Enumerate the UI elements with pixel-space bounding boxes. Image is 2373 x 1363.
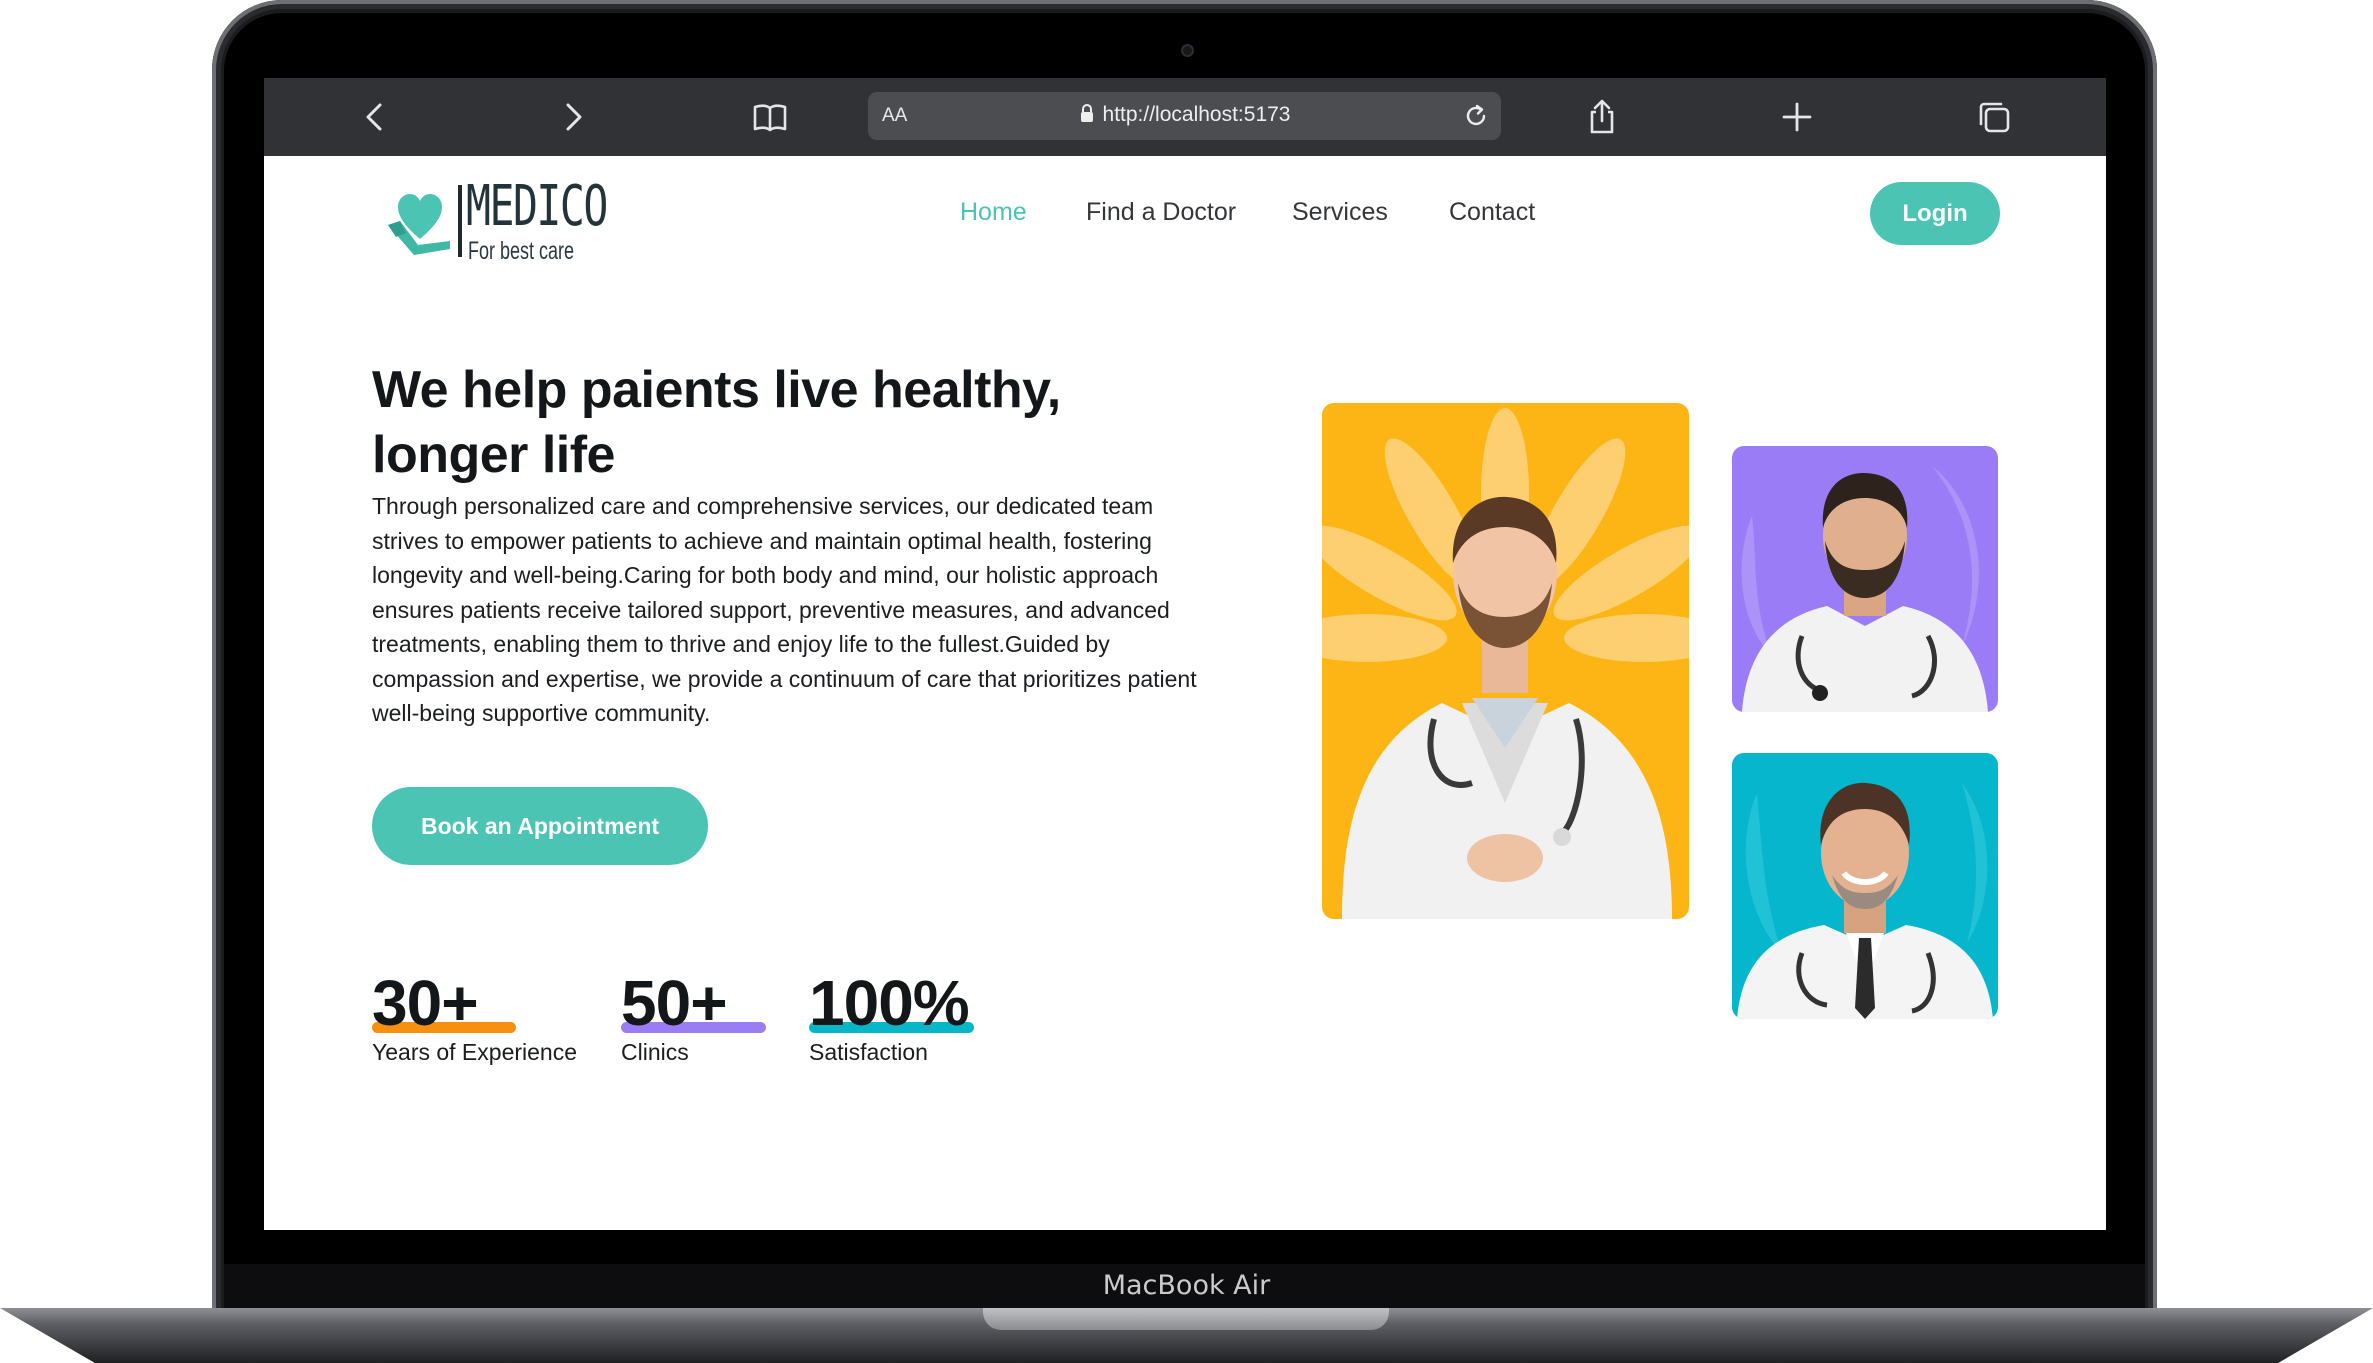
logo-wordmark: MEDICO [466,174,608,239]
stat-experience: 30+ Years of Experience [372,968,577,1066]
hero-title-line-1: We help paients live healthy, [372,361,1061,419]
browser-toolbar: AA http://localhost:5173 [264,78,2106,156]
book-appointment-button[interactable]: Book an Appointment [372,787,708,865]
hero-title: We help paients live healthy, longer lif… [372,358,1132,488]
stat-satisfaction: 100% Satisfaction [809,967,974,1066]
stat-label: Years of Experience [372,1039,578,1065]
share-icon[interactable] [1582,97,1622,137]
hero-title-line-2: longer life [372,426,615,484]
logo-divider [458,185,462,257]
forward-icon[interactable] [552,97,592,137]
camera-icon [1181,44,1194,57]
lock-icon [1080,104,1093,122]
browser-screen: AA http://localhost:5173 MEDICO For best… [264,78,2106,1230]
stat-clinics: 50+ Clinics [621,967,766,1066]
stat-value: 30+ [372,967,479,1039]
back-icon[interactable] [356,97,396,137]
login-button[interactable]: Login [1870,182,2000,245]
nav-find-a-doctor[interactable]: Find a Doctor [1086,198,1236,227]
stat-value: 50+ [621,967,728,1039]
bookmarks-icon[interactable] [750,97,790,137]
reload-icon[interactable] [1461,101,1491,131]
laptop-opening-notch [983,1308,1389,1330]
nav-services[interactable]: Services [1292,198,1388,227]
doctor-photo-large [1322,403,1689,919]
stat-label: Satisfaction [809,1039,928,1065]
new-tab-icon[interactable] [1777,97,1817,137]
address-bar[interactable]: AA http://localhost:5173 [868,92,1501,140]
nav-contact[interactable]: Contact [1449,198,1535,227]
nav-home[interactable]: Home [960,198,1027,227]
stat-value: 100% [809,967,970,1039]
hero-description: Through personalized care and comprehens… [372,493,1197,726]
device-label: MacBook Air [1102,1270,1271,1301]
url-text: http://localhost:5173 [1102,103,1291,126]
heart-in-hand-icon [388,194,450,255]
stat-label: Clinics [621,1039,689,1065]
doctor-photo-bearded [1732,446,1998,712]
tabs-icon[interactable] [1974,97,2014,137]
doctor-photo-smiling [1732,753,1998,1019]
logo-tagline: For best care [468,237,575,265]
medico-logo[interactable]: MEDICO For best care [386,171,626,271]
